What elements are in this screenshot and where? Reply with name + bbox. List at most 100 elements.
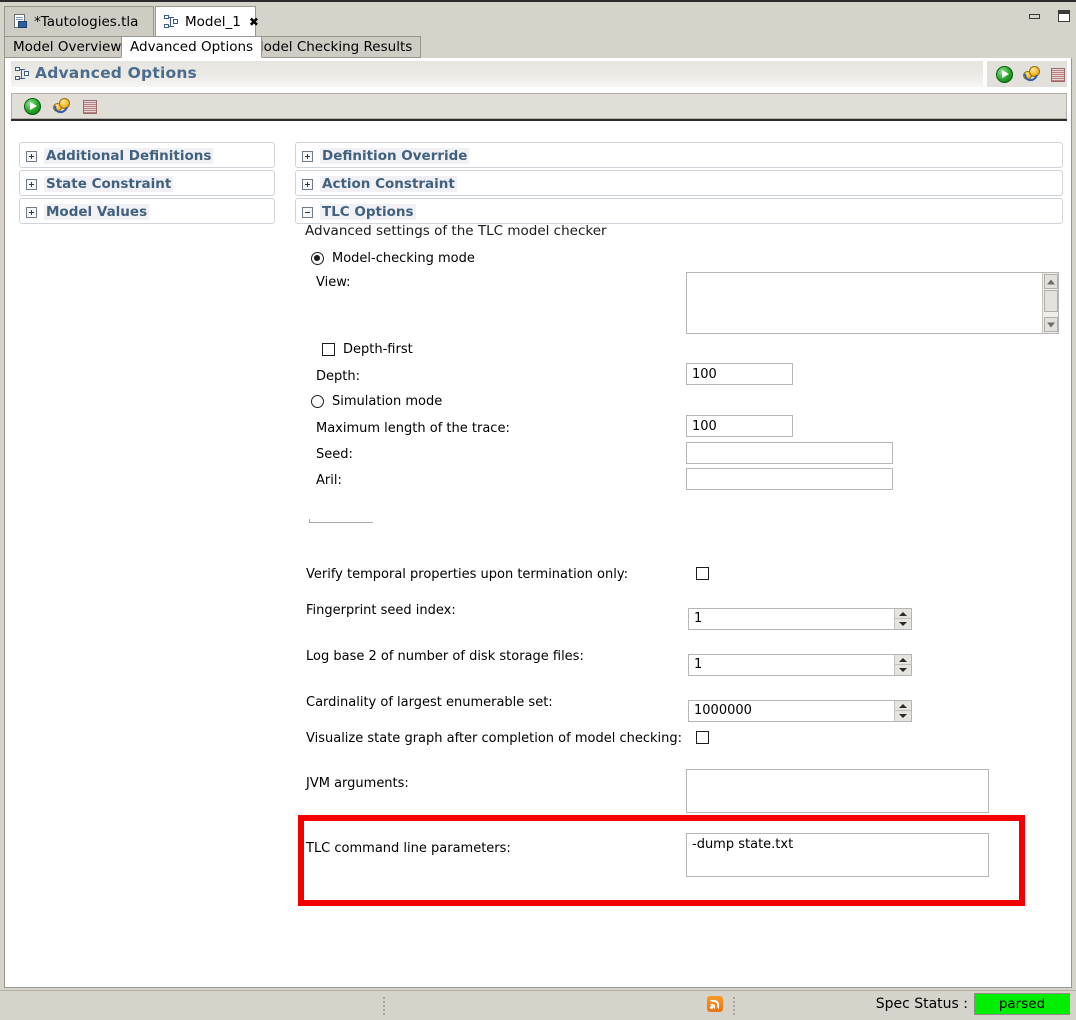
eclipse-window: *Tautologies.tla Model_1 ✖ Model Overvie… — [0, 0, 1076, 1020]
editor-tab-label: Model_1 — [185, 13, 241, 30]
spinner-value: 1000000 — [694, 703, 752, 718]
tab-label: Model Overview — [13, 39, 122, 55]
close-icon[interactable]: ✖ — [249, 15, 259, 29]
section-label: TLC Options — [320, 204, 416, 220]
maximize-icon[interactable] — [1058, 10, 1070, 22]
section-additional-definitions[interactable]: Additional Definitions — [19, 142, 275, 168]
minimize-icon[interactable] — [1029, 13, 1040, 19]
section-definition-override[interactable]: Definition Override — [295, 142, 1063, 168]
header-toolbar — [987, 61, 1067, 87]
expand-plus-icon[interactable] — [26, 178, 37, 190]
spinner-value: 1 — [694, 611, 703, 626]
seed-input[interactable] — [686, 442, 893, 464]
editor-tab-tautologies-tla[interactable]: *Tautologies.tla — [4, 6, 154, 36]
rss-icon[interactable] — [707, 996, 723, 1012]
spinner-down-icon[interactable] — [895, 711, 911, 721]
form-header: Advanced Options — [11, 61, 1067, 87]
status-grip — [733, 997, 735, 1015]
section-action-constraint[interactable]: Action Constraint — [295, 170, 1063, 196]
advanced-options-page: Advanced Options Additional Definitions — [4, 58, 1072, 988]
checkbox-depth-first[interactable] — [322, 343, 335, 356]
expand-plus-icon[interactable] — [302, 178, 313, 190]
scroll-down-icon[interactable] — [1044, 317, 1058, 332]
depth-input[interactable]: 100 — [686, 363, 793, 385]
label-view: View: — [316, 275, 351, 290]
label-depth: Depth: — [316, 369, 360, 384]
spinner-up-icon[interactable] — [895, 655, 911, 665]
label-max-trace-length: Maximum length of the trace: — [316, 421, 510, 436]
page-title: Advanced Options — [35, 64, 197, 82]
tab-label: Model Checking Results — [252, 39, 413, 55]
stop-icon[interactable] — [82, 98, 99, 115]
section-state-constraint[interactable]: State Constraint — [19, 170, 275, 196]
collapse-minus-icon[interactable] — [302, 206, 313, 218]
green-play-icon[interactable] — [996, 65, 1013, 83]
radio-model-checking-mode[interactable] — [311, 252, 324, 265]
view-textarea[interactable] — [686, 272, 1059, 334]
section-label: Additional Definitions — [44, 148, 214, 164]
spec-status-label: Spec Status : — [875, 996, 968, 1012]
jvm-arguments-input[interactable] — [686, 769, 989, 813]
tab-model-overview[interactable]: Model Overview — [4, 36, 131, 58]
section-model-values[interactable]: Model Values — [19, 198, 275, 224]
max-trace-length-input[interactable]: 100 — [686, 415, 793, 437]
view-scrollbar[interactable] — [1042, 273, 1058, 333]
green-play-icon[interactable] — [24, 97, 41, 115]
scrollbar-thumb[interactable] — [1044, 290, 1058, 312]
spinner-value: 1 — [694, 657, 703, 672]
scroll-up-icon[interactable] — [1044, 274, 1058, 289]
stop-icon[interactable] — [1050, 66, 1067, 83]
fingerprint-seed-index-spinner[interactable]: 1 — [688, 608, 912, 630]
expand-plus-icon[interactable] — [26, 206, 37, 218]
gears-icon[interactable] — [51, 96, 71, 116]
section-label: Definition Override — [320, 148, 470, 164]
cardinality-spinner[interactable]: 1000000 — [688, 700, 912, 722]
tab-model-checking-results[interactable]: Model Checking Results — [243, 36, 422, 58]
tab-advanced-options[interactable]: Advanced Options — [121, 36, 263, 58]
status-grip — [383, 997, 385, 1015]
tlc-subtitle: Advanced settings of the TLC model check… — [305, 223, 607, 239]
editor-tab-label: *Tautologies.tla — [34, 13, 139, 30]
aril-input[interactable] — [686, 468, 893, 490]
tla-file-icon — [13, 14, 28, 29]
label-model-checking-mode: Model-checking mode — [332, 251, 475, 266]
gears-icon[interactable] — [1021, 64, 1041, 84]
section-label: Action Constraint — [320, 176, 457, 192]
spinner-up-icon[interactable] — [895, 701, 911, 711]
section-label: State Constraint — [44, 176, 174, 192]
status-badge: parsed — [974, 993, 1070, 1015]
label-seed: Seed: — [316, 447, 353, 462]
label-verify-temporal: Verify temporal properties upon terminat… — [306, 567, 628, 582]
label-simulation-mode: Simulation mode — [332, 394, 443, 409]
form-toolbar — [11, 93, 1067, 119]
label-cardinality: Cardinality of largest enumerable set: — [306, 695, 553, 710]
spinner-down-icon[interactable] — [895, 665, 911, 675]
label-visualize-state-graph: Visualize state graph after completion o… — [306, 731, 682, 746]
editor-tab-model-1[interactable]: Model_1 ✖ — [155, 6, 259, 36]
model-icon — [164, 14, 179, 29]
model-icon — [15, 67, 30, 81]
divider — [309, 519, 373, 523]
log-base-2-spinner[interactable]: 1 — [688, 654, 912, 676]
tab-label: Advanced Options — [130, 39, 254, 55]
expand-plus-icon[interactable] — [26, 150, 37, 162]
toolbar-divider — [11, 119, 1067, 121]
label-log-base-2: Log base 2 of number of disk storage fil… — [306, 649, 584, 664]
tlc-command-line-parameters-input[interactable]: -dump state.txt — [686, 833, 989, 877]
label-fingerprint-seed-index: Fingerprint seed index: — [306, 603, 456, 618]
label-aril: Aril: — [316, 473, 342, 488]
editor-tab-bar: *Tautologies.tla Model_1 ✖ — [0, 0, 1076, 36]
label-tlc-command-line-parameters: TLC command line parameters: — [306, 841, 511, 856]
radio-simulation-mode[interactable] — [311, 395, 324, 408]
spinner-up-icon[interactable] — [895, 609, 911, 619]
window-controls — [1029, 10, 1070, 22]
label-depth-first: Depth-first — [343, 342, 413, 357]
spinner-down-icon[interactable] — [895, 619, 911, 629]
section-tlc-options[interactable]: TLC Options — [295, 198, 1063, 224]
expand-plus-icon[interactable] — [302, 150, 313, 162]
label-jvm-arguments: JVM arguments: — [306, 776, 409, 791]
section-label: Model Values — [44, 204, 150, 220]
form-tab-bar: Model Overview Advanced Options Model Ch… — [0, 36, 1076, 58]
checkbox-visualize-state-graph[interactable] — [696, 731, 709, 744]
checkbox-verify-temporal[interactable] — [696, 567, 709, 580]
